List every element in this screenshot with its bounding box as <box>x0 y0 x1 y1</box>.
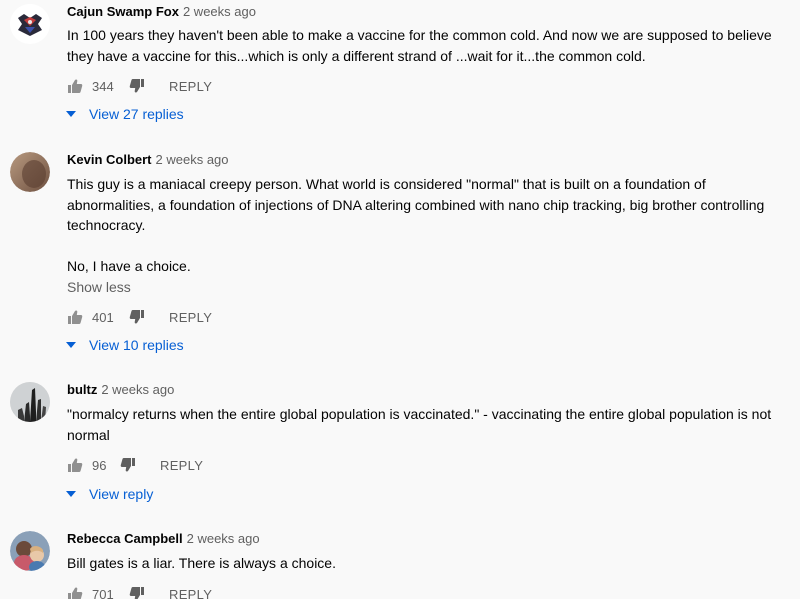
view-replies-label: View 10 replies <box>89 337 184 353</box>
thumbs-up-icon[interactable] <box>67 457 83 473</box>
thumbs-down-icon[interactable] <box>129 78 145 94</box>
reply-button[interactable]: REPLY <box>169 587 212 599</box>
comment-paragraph: Bill gates is a liar. There is always a … <box>67 555 336 571</box>
view-replies-button[interactable]: View 27 replies <box>66 104 184 124</box>
thumbs-down-icon[interactable] <box>129 309 145 325</box>
reply-button[interactable]: REPLY <box>169 79 212 94</box>
comment-actions: 96 REPLY <box>67 455 203 475</box>
thumbs-up-icon[interactable] <box>67 309 83 325</box>
comment-header: bultz 2 weeks ago <box>67 381 174 399</box>
caret-down-icon <box>66 491 76 497</box>
avatar[interactable] <box>10 531 50 571</box>
thumbs-down-icon[interactable] <box>129 586 145 599</box>
author-name[interactable]: bultz <box>67 382 97 397</box>
comment-paragraph: In 100 years they haven't been able to m… <box>67 27 772 64</box>
comment-time[interactable]: 2 weeks ago <box>183 4 256 19</box>
comment-header: Rebecca Campbell 2 weeks ago <box>67 530 260 548</box>
comment-actions: 344 REPLY <box>67 76 212 96</box>
reply-button[interactable]: REPLY <box>160 458 203 473</box>
comment-paragraph: This guy is a maniacal creepy person. Wh… <box>67 176 765 233</box>
like-count: 401 <box>92 309 114 325</box>
author-name[interactable]: Kevin Colbert <box>67 152 152 167</box>
thumbs-up-icon[interactable] <box>67 78 83 94</box>
comment-actions: 701 REPLY <box>67 584 212 599</box>
comment-paragraph: No, I have a choice. <box>67 258 191 274</box>
brown-avatar-icon <box>10 152 50 192</box>
caret-down-icon <box>66 342 76 348</box>
comment-time[interactable]: 2 weeks ago <box>101 382 174 397</box>
thumbs-down-icon[interactable] <box>120 457 136 473</box>
author-name[interactable]: Cajun Swamp Fox <box>67 4 179 19</box>
avatar[interactable] <box>10 382 50 422</box>
comment-text: "normalcy returns when the entire global… <box>67 404 793 445</box>
view-replies-button[interactable]: View reply <box>66 484 153 504</box>
avatar[interactable] <box>10 4 50 44</box>
comment-text: In 100 years they haven't been able to m… <box>67 25 793 66</box>
raised-hand-icon <box>10 382 50 422</box>
comment-time[interactable]: 2 weeks ago <box>187 531 260 546</box>
comment-header: Cajun Swamp Fox 2 weeks ago <box>67 3 256 21</box>
show-less-button[interactable]: Show less <box>67 279 131 295</box>
caret-down-icon <box>66 111 76 117</box>
author-name[interactable]: Rebecca Campbell <box>67 531 183 546</box>
thumbs-up-icon[interactable] <box>67 586 83 599</box>
comment-header: Kevin Colbert 2 weeks ago <box>67 151 229 169</box>
like-count: 344 <box>92 78 114 94</box>
avatar[interactable] <box>10 152 50 192</box>
comments-section: Cajun Swamp Fox 2 weeks ago In 100 years … <box>0 0 800 599</box>
comment-text: This guy is a maniacal creepy person. Wh… <box>67 174 793 277</box>
comment-actions: 401 REPLY <box>67 307 212 327</box>
like-count: 96 <box>92 457 107 473</box>
view-replies-label: View reply <box>89 486 154 502</box>
comment-time[interactable]: 2 weeks ago <box>156 152 229 167</box>
reply-button[interactable]: REPLY <box>169 310 212 325</box>
view-replies-label: View 27 replies <box>89 106 184 122</box>
like-count: 701 <box>92 586 114 599</box>
photo-avatar-icon <box>10 531 50 571</box>
comment-text: Bill gates is a liar. There is always a … <box>67 553 793 574</box>
comment-paragraph: "normalcy returns when the entire global… <box>67 406 772 443</box>
eagle-flag-icon <box>10 4 50 44</box>
view-replies-button[interactable]: View 10 replies <box>66 335 184 355</box>
